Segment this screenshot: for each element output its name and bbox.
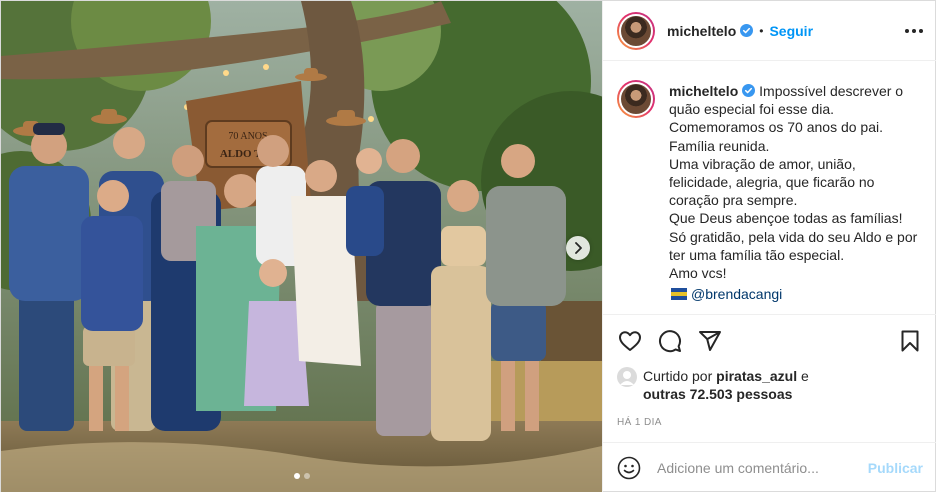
like-button[interactable] xyxy=(617,328,643,354)
caption-avatar[interactable] xyxy=(617,80,655,118)
comment-box: Publicar xyxy=(603,442,936,492)
caption: micheltelo Impossível descrever o quão e… xyxy=(669,82,919,282)
more-options-icon[interactable] xyxy=(905,28,923,33)
user-silhouette-icon xyxy=(620,371,634,385)
follow-button[interactable]: Seguir xyxy=(769,23,813,39)
comment-button[interactable] xyxy=(657,328,683,354)
carousel-dots xyxy=(1,473,602,479)
bookmark-icon xyxy=(901,330,919,352)
emoji-icon[interactable] xyxy=(617,456,641,480)
avatar[interactable] xyxy=(617,11,655,50)
carousel-dot xyxy=(293,473,300,479)
comment-input[interactable] xyxy=(657,460,868,476)
verified-badge-icon xyxy=(742,84,756,97)
post-timestamp[interactable]: HÁ 1 DIA xyxy=(617,417,923,428)
actions-section: Curtido por piratas_azul e outras 72.503… xyxy=(603,314,936,428)
likes-prefix: Curtido por xyxy=(643,368,713,384)
share-icon xyxy=(699,331,721,351)
save-button[interactable] xyxy=(897,328,923,354)
likes-and: e xyxy=(800,368,809,384)
heart-icon xyxy=(619,331,641,351)
post-header: micheltelo • Seguir xyxy=(603,1,936,61)
liker-avatar[interactable] xyxy=(617,367,637,387)
verified-badge-icon xyxy=(740,24,754,37)
share-button[interactable] xyxy=(697,328,723,354)
publish-button[interactable]: Publicar xyxy=(868,460,923,476)
liked-by-username[interactable]: piratas_azul xyxy=(716,368,797,384)
caption-username[interactable]: micheltelo xyxy=(669,83,738,99)
flag-icon xyxy=(671,288,687,301)
mention-link[interactable]: @brendacangi xyxy=(671,286,782,302)
author-username[interactable]: micheltelo xyxy=(667,23,736,39)
action-bar xyxy=(617,315,923,367)
carousel-dot xyxy=(303,473,310,479)
caption-section: micheltelo Impossível descrever o quão e… xyxy=(603,62,936,314)
chevron-right-icon xyxy=(575,242,582,254)
post-side-panel: micheltelo • Seguir micheltelo Impossíve… xyxy=(602,1,936,492)
likes-summary: Curtido por piratas_azul e outras 72.503… xyxy=(617,367,923,403)
separator-dot: • xyxy=(759,23,764,38)
family-photo-illustration: 70 ANOS ALDO TEL xyxy=(1,1,602,492)
caption-body: Impossível descrever o quão especial foi… xyxy=(669,83,918,282)
instagram-post: 70 ANOS ALDO TEL micheltelo • Seguir mic… xyxy=(0,0,936,492)
comment-icon xyxy=(659,330,681,353)
post-photo[interactable]: 70 ANOS ALDO TEL xyxy=(1,1,602,492)
carousel-next-button[interactable] xyxy=(566,236,590,260)
mention-text: @brendacangi xyxy=(691,286,783,303)
likes-count-link[interactable]: outras 72.503 pessoas xyxy=(643,386,792,402)
